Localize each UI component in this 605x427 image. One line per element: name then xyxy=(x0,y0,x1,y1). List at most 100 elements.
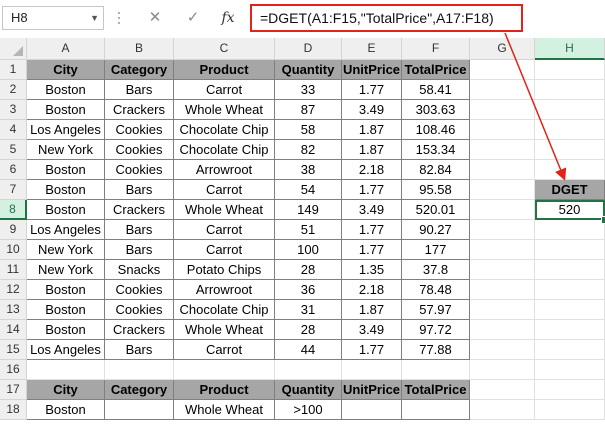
row-header-6[interactable]: 6 xyxy=(0,160,27,180)
table-cell[interactable]: 3.49 xyxy=(342,200,402,220)
criteria-header[interactable]: Quantity xyxy=(275,380,342,400)
table-cell[interactable]: Los Angeles xyxy=(27,340,105,360)
table-cell[interactable]: 303.63 xyxy=(402,100,470,120)
grid-cell[interactable] xyxy=(535,320,605,340)
table-cell[interactable]: Chocolate Chip xyxy=(174,120,275,140)
grid-cell[interactable] xyxy=(470,120,535,140)
grid-cell[interactable] xyxy=(535,400,605,420)
row-header-7[interactable]: 7 xyxy=(0,180,27,200)
table-cell[interactable]: Cookies xyxy=(105,140,174,160)
table-cell[interactable]: 31 xyxy=(275,300,342,320)
cancel-icon[interactable]: ✕ xyxy=(143,6,167,30)
table-cell[interactable]: 36 xyxy=(275,280,342,300)
row-header-5[interactable]: 5 xyxy=(0,140,27,160)
table-header[interactable]: Product xyxy=(174,60,275,80)
grid-cell[interactable] xyxy=(470,280,535,300)
table-cell[interactable]: Cookies xyxy=(105,300,174,320)
table-cell[interactable]: 78.48 xyxy=(402,280,470,300)
table-cell[interactable]: Bars xyxy=(105,80,174,100)
table-cell[interactable]: 1.77 xyxy=(342,340,402,360)
table-cell[interactable]: Boston xyxy=(27,80,105,100)
table-cell[interactable]: Cookies xyxy=(105,120,174,140)
formula-input[interactable]: =DGET(A1:F15,"TotalPrice",A17:F18) xyxy=(250,4,523,32)
column-header-f[interactable]: F xyxy=(402,38,470,60)
table-header[interactable]: TotalPrice xyxy=(402,60,470,80)
table-cell[interactable]: Los Angeles xyxy=(27,120,105,140)
table-cell[interactable]: 100 xyxy=(275,240,342,260)
table-cell[interactable]: 1.87 xyxy=(342,140,402,160)
row-header-8[interactable]: 8 xyxy=(0,200,27,220)
grid-cell[interactable] xyxy=(535,340,605,360)
table-cell[interactable]: Crackers xyxy=(105,320,174,340)
table-cell[interactable]: New York xyxy=(27,140,105,160)
column-header-g[interactable]: G xyxy=(470,38,535,60)
grid-cell[interactable] xyxy=(470,380,535,400)
table-cell[interactable]: Carrot xyxy=(174,80,275,100)
grid-cell[interactable] xyxy=(470,340,535,360)
table-cell[interactable]: 28 xyxy=(275,260,342,280)
table-header[interactable]: UnitPrice xyxy=(342,60,402,80)
table-cell[interactable]: 108.46 xyxy=(402,120,470,140)
table-cell[interactable]: Bars xyxy=(105,340,174,360)
criteria-cell[interactable]: >100 xyxy=(275,400,342,420)
criteria-cell[interactable]: Boston xyxy=(27,400,105,420)
grid-cell[interactable] xyxy=(105,360,174,380)
table-cell[interactable]: 177 xyxy=(402,240,470,260)
row-header-15[interactable]: 15 xyxy=(0,340,27,360)
column-header-d[interactable]: D xyxy=(275,38,342,60)
table-cell[interactable]: 95.58 xyxy=(402,180,470,200)
table-cell[interactable]: Whole Wheat xyxy=(174,200,275,220)
table-cell[interactable]: Carrot xyxy=(174,240,275,260)
row-header-9[interactable]: 9 xyxy=(0,220,27,240)
grid-cell[interactable] xyxy=(535,300,605,320)
table-cell[interactable]: 2.18 xyxy=(342,280,402,300)
row-header-18[interactable]: 18 xyxy=(0,400,27,420)
criteria-header[interactable]: UnitPrice xyxy=(342,380,402,400)
row-header-3[interactable]: 3 xyxy=(0,100,27,120)
table-cell[interactable]: Carrot xyxy=(174,180,275,200)
table-cell[interactable]: 1.77 xyxy=(342,80,402,100)
grid-cell[interactable] xyxy=(535,280,605,300)
column-header-b[interactable]: B xyxy=(105,38,174,60)
select-all-corner[interactable] xyxy=(0,38,27,60)
grid-cell[interactable] xyxy=(535,260,605,280)
table-cell[interactable]: 57.97 xyxy=(402,300,470,320)
table-cell[interactable]: 44 xyxy=(275,340,342,360)
grid-cell[interactable] xyxy=(470,80,535,100)
table-cell[interactable]: Boston xyxy=(27,300,105,320)
grid-cell[interactable] xyxy=(470,180,535,200)
table-cell[interactable]: New York xyxy=(27,240,105,260)
grid-cell[interactable] xyxy=(470,360,535,380)
table-cell[interactable]: 33 xyxy=(275,80,342,100)
table-cell[interactable]: 87 xyxy=(275,100,342,120)
criteria-header[interactable]: Product xyxy=(174,380,275,400)
table-cell[interactable]: Boston xyxy=(27,100,105,120)
table-cell[interactable]: 97.72 xyxy=(402,320,470,340)
grid-cell[interactable] xyxy=(342,360,402,380)
table-cell[interactable]: 82 xyxy=(275,140,342,160)
table-cell[interactable]: 3.49 xyxy=(342,320,402,340)
table-cell[interactable]: Chocolate Chip xyxy=(174,140,275,160)
grid-cell[interactable] xyxy=(174,360,275,380)
dget-label-cell[interactable]: DGET xyxy=(535,180,605,200)
table-cell[interactable]: 28 xyxy=(275,320,342,340)
table-cell[interactable]: Carrot xyxy=(174,340,275,360)
name-box[interactable]: H8 ▼ xyxy=(2,6,104,30)
table-cell[interactable]: Bars xyxy=(105,240,174,260)
table-cell[interactable]: 37.8 xyxy=(402,260,470,280)
grid-cell[interactable] xyxy=(535,160,605,180)
active-cell-h8[interactable]: 520 xyxy=(535,200,605,220)
grid-cell[interactable] xyxy=(470,320,535,340)
row-header-17[interactable]: 17 xyxy=(0,380,27,400)
table-header[interactable]: City xyxy=(27,60,105,80)
criteria-cell[interactable] xyxy=(402,400,470,420)
column-header-c[interactable]: C xyxy=(174,38,275,60)
criteria-cell[interactable] xyxy=(105,400,174,420)
table-cell[interactable]: 149 xyxy=(275,200,342,220)
grid-cell[interactable] xyxy=(470,200,535,220)
table-cell[interactable]: Crackers xyxy=(105,100,174,120)
table-cell[interactable]: Carrot xyxy=(174,220,275,240)
grid-cell[interactable] xyxy=(470,300,535,320)
table-cell[interactable]: 58 xyxy=(275,120,342,140)
grid-cell[interactable] xyxy=(470,260,535,280)
